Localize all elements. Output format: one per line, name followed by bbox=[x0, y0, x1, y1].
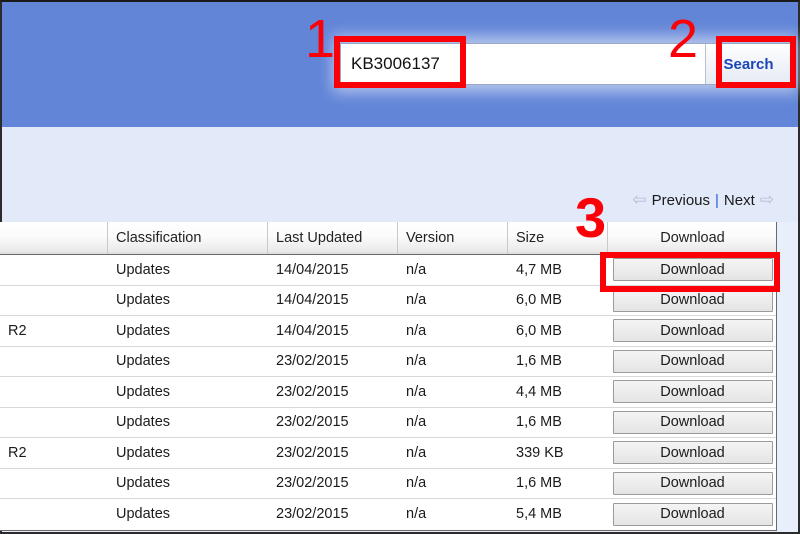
cell-version: n/a bbox=[406, 292, 427, 309]
next-arrow-icon[interactable]: ⇨ bbox=[760, 190, 774, 210]
cell-size: 1,6 MB bbox=[516, 353, 562, 370]
cell-last-updated: 14/04/2015 bbox=[276, 292, 349, 309]
cell-title bbox=[0, 469, 108, 499]
cell-version: n/a bbox=[406, 322, 427, 339]
cell-last-updated: 23/02/2015 bbox=[276, 414, 349, 431]
download-button[interactable]: Download bbox=[612, 288, 773, 312]
cell-size: 1,6 MB bbox=[516, 475, 562, 492]
column-header-classification[interactable]: Classification bbox=[108, 222, 268, 254]
search-bar[interactable]: Search bbox=[340, 43, 792, 85]
download-button[interactable]: Download bbox=[612, 349, 773, 373]
cell-last-updated: 23/02/2015 bbox=[276, 506, 349, 523]
table-header-row: Classification Last Updated Version Size… bbox=[0, 222, 776, 255]
pager: ⇦ Previous | Next ⇨ bbox=[632, 190, 774, 210]
cell-title bbox=[0, 255, 108, 285]
table-row: Updates 14/04/2015 n/a 6,0 MB Download bbox=[0, 286, 777, 316]
table-row: R2 Updates 23/02/2015 n/a 339 KB Download bbox=[0, 438, 776, 469]
cell-classification: Updates bbox=[116, 353, 171, 370]
cell-version: n/a bbox=[406, 414, 427, 431]
cell-size: 6,0 MB bbox=[516, 322, 562, 339]
column-header-download[interactable]: Download bbox=[608, 222, 777, 254]
cell-size: 339 KB bbox=[516, 444, 564, 461]
cell-classification: Updates bbox=[116, 475, 171, 492]
table-row: Updates 23/02/2015 n/a 1,6 MB Download bbox=[0, 347, 777, 377]
cell-version: n/a bbox=[406, 506, 427, 523]
search-button[interactable]: Search bbox=[705, 44, 791, 84]
update-results-table: Classification Last Updated Version Size… bbox=[0, 222, 777, 531]
cell-title: R2 bbox=[8, 444, 27, 461]
column-header-version[interactable]: Version bbox=[398, 222, 508, 254]
cell-download: Download bbox=[608, 377, 777, 407]
cell-size: 4,7 MB bbox=[516, 261, 562, 278]
table-row: Updates 23/02/2015 n/a 5,4 MB Download bbox=[0, 499, 776, 530]
cell-title bbox=[0, 499, 108, 530]
cell-download: Download bbox=[608, 469, 777, 499]
download-button[interactable]: Download bbox=[612, 471, 773, 495]
cell-download: Download bbox=[608, 286, 777, 316]
cell-size: 1,6 MB bbox=[516, 414, 562, 431]
download-button[interactable]: Download bbox=[612, 319, 773, 343]
table-row: Updates 23/02/2015 n/a 1,6 MB Download bbox=[0, 469, 777, 499]
download-button[interactable]: Download bbox=[612, 380, 773, 404]
cell-download: Download bbox=[608, 316, 777, 346]
cell-version: n/a bbox=[406, 444, 427, 461]
download-button[interactable]: Download bbox=[612, 441, 773, 465]
download-button[interactable]: Download bbox=[612, 258, 773, 282]
cell-last-updated: 23/02/2015 bbox=[276, 353, 349, 370]
search-input[interactable] bbox=[341, 44, 705, 84]
cell-download: Download bbox=[608, 408, 777, 438]
cell-version: n/a bbox=[406, 353, 427, 370]
cell-last-updated: 23/02/2015 bbox=[276, 475, 349, 492]
table-row: R2 Updates 14/04/2015 n/a 6,0 MB Download bbox=[0, 316, 776, 347]
table-body: Updates 14/04/2015 n/a 4,7 MB Download Update… bbox=[0, 255, 776, 530]
cell-download: Download bbox=[608, 499, 777, 530]
cell-title bbox=[0, 347, 108, 377]
cell-classification: Updates bbox=[116, 444, 171, 461]
column-header-title[interactable] bbox=[0, 222, 108, 254]
column-header-last-updated[interactable]: Last Updated bbox=[268, 222, 398, 254]
cell-classification: Updates bbox=[116, 261, 171, 278]
cell-title bbox=[0, 408, 108, 438]
cell-size: 5,4 MB bbox=[516, 506, 562, 523]
cell-classification: Updates bbox=[116, 292, 171, 309]
page-root: Search ⇦ Previous | Next ⇨ Classificatio… bbox=[0, 0, 800, 534]
cell-last-updated: 23/02/2015 bbox=[276, 383, 349, 400]
cell-last-updated: 23/02/2015 bbox=[276, 444, 349, 461]
table-row: Updates 23/02/2015 n/a 4,4 MB Download bbox=[0, 377, 776, 408]
pager-separator: | bbox=[715, 191, 719, 209]
next-link[interactable]: Next bbox=[724, 192, 755, 209]
cell-download: Download bbox=[608, 347, 777, 377]
download-button[interactable]: Download bbox=[612, 502, 773, 526]
column-header-size[interactable]: Size bbox=[508, 222, 608, 254]
table-row: Updates 14/04/2015 n/a 4,7 MB Download bbox=[0, 255, 776, 286]
download-button[interactable]: Download bbox=[612, 410, 773, 434]
site-banner: Search bbox=[0, 0, 800, 127]
cell-size: 6,0 MB bbox=[516, 292, 562, 309]
previous-link[interactable]: Previous bbox=[652, 192, 710, 209]
table-row: Updates 23/02/2015 n/a 1,6 MB Download bbox=[0, 408, 777, 438]
cell-classification: Updates bbox=[116, 383, 171, 400]
cell-classification: Updates bbox=[116, 506, 171, 523]
cell-version: n/a bbox=[406, 475, 427, 492]
cell-title: R2 bbox=[8, 322, 27, 339]
cell-title bbox=[0, 377, 108, 407]
cell-last-updated: 14/04/2015 bbox=[276, 322, 349, 339]
cell-last-updated: 14/04/2015 bbox=[276, 261, 349, 278]
cell-version: n/a bbox=[406, 261, 427, 278]
cell-download: Download bbox=[608, 438, 777, 468]
cell-classification: Updates bbox=[116, 322, 171, 339]
previous-arrow-icon[interactable]: ⇦ bbox=[632, 190, 646, 210]
cell-download: Download bbox=[608, 255, 777, 285]
cell-size: 4,4 MB bbox=[516, 383, 562, 400]
cell-title bbox=[0, 286, 108, 316]
cell-version: n/a bbox=[406, 383, 427, 400]
cell-classification: Updates bbox=[116, 414, 171, 431]
